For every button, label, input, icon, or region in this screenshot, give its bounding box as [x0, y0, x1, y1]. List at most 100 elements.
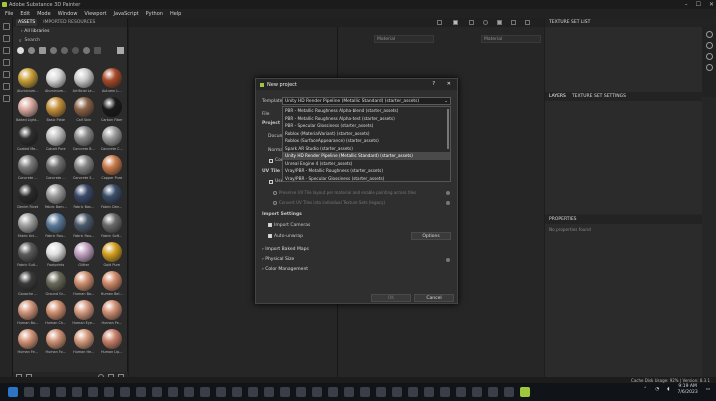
steam-icon[interactable]: [120, 387, 130, 397]
asset-item[interactable]: Fabric Kni...: [15, 213, 41, 238]
template-option[interactable]: Vray/PBR - Metallic Roughness (starter_a…: [283, 167, 450, 175]
cancel-button[interactable]: Cancel: [414, 294, 454, 302]
app-icon[interactable]: [504, 387, 514, 397]
asset-item[interactable]: Glitter: [71, 242, 97, 267]
app-icon[interactable]: [280, 387, 290, 397]
app-icon[interactable]: [440, 387, 450, 397]
app-icon[interactable]: [344, 387, 354, 397]
search-icon[interactable]: [24, 387, 34, 397]
app-icon[interactable]: [456, 387, 466, 397]
history-icon[interactable]: [705, 53, 713, 60]
asset-item[interactable]: Human Fe...: [99, 300, 125, 325]
options-button[interactable]: Options: [411, 232, 451, 240]
asset-item[interactable]: Ground Gr...: [43, 271, 69, 296]
asset-item[interactable]: Gouache ...: [15, 271, 41, 296]
asset-item[interactable]: Human Eye...: [71, 300, 97, 325]
notification-icon[interactable]: ▭: [706, 387, 710, 392]
asset-item[interactable]: Carbon Fiber: [99, 97, 125, 122]
asset-item[interactable]: Footprints: [43, 242, 69, 267]
maximize-icon[interactable]: ☐: [696, 1, 701, 8]
asset-item[interactable]: Human Ch...: [43, 300, 69, 325]
asset-item[interactable]: Concrete C...: [99, 126, 125, 151]
asset-item[interactable]: Fabric Suit...: [15, 242, 41, 267]
filter-projects-icon[interactable]: [94, 47, 101, 54]
asset-item[interactable]: Human Bel...: [99, 271, 125, 296]
chevron-up-icon[interactable]: ⌃: [643, 387, 647, 392]
help-icon[interactable]: ?: [432, 81, 435, 87]
asset-item[interactable]: Gold Pure: [99, 242, 125, 267]
color-management-expander[interactable]: › Color Management: [262, 267, 308, 272]
menu-help[interactable]: Help: [170, 11, 181, 17]
template-option[interactable]: Unreal Engine 4 (starter_assets): [283, 160, 450, 168]
template-option[interactable]: Roblox (SurfaceAppearance) (starter_asse…: [283, 137, 450, 145]
template-option[interactable]: Vray/PBR - Specular Glossiness (starter_…: [283, 175, 450, 182]
menu-window[interactable]: Window: [58, 11, 78, 17]
eraser-tool-icon[interactable]: [2, 35, 10, 42]
app-icon[interactable]: [232, 387, 242, 397]
asset-item[interactable]: Fabric Bas...: [71, 184, 97, 209]
clock[interactable]: 9:19 AM 7/6/2023: [678, 384, 698, 395]
auto-unwrap-checkbox[interactable]: [268, 234, 272, 238]
asset-item[interactable]: Fabric Rou...: [71, 213, 97, 238]
app-icon[interactable]: [488, 387, 498, 397]
template-option[interactable]: Spark AR Studio (starter_assets): [283, 145, 450, 153]
template-option[interactable]: Unity HD Render Pipeline (Metallic Stand…: [283, 152, 450, 160]
close-icon[interactable]: ✕: [447, 81, 451, 87]
template-option[interactable]: PBR - Metallic Roughness Alpha-test (sta…: [283, 115, 450, 123]
asset-item[interactable]: Human He...: [71, 329, 97, 354]
tab-assets[interactable]: ASSETS: [16, 19, 38, 26]
tab-imported-resources[interactable]: IMPORTED RESOURCES: [43, 20, 95, 25]
template-option[interactable]: PBR - Specular Glossiness (starter_asset…: [283, 122, 450, 130]
asset-item[interactable]: Coated Me...: [15, 126, 41, 151]
template-select[interactable]: Unity HD Render Pipeline (Metallic Stand…: [282, 97, 451, 105]
filter-smart-materials-icon[interactable]: [28, 47, 35, 54]
app-icon[interactable]: [408, 387, 418, 397]
volume-icon[interactable]: ◖: [667, 387, 669, 392]
asset-item[interactable]: Fabric Den...: [99, 184, 125, 209]
picker-tool-icon[interactable]: [2, 83, 10, 90]
asset-item[interactable]: Concrete ...: [15, 155, 41, 180]
menu-mode[interactable]: Mode: [37, 11, 51, 17]
physical-size-expander[interactable]: › Physical Size: [262, 257, 294, 262]
library-selector[interactable]: › All libraries: [13, 27, 127, 36]
app-icon[interactable]: [312, 387, 322, 397]
asset-item[interactable]: Fabric Rou...: [43, 213, 69, 238]
filter-filters-icon[interactable]: [72, 47, 79, 54]
convert-uv-radio[interactable]: [273, 201, 277, 205]
app-icon[interactable]: [248, 387, 258, 397]
clone-tool-icon[interactable]: [2, 59, 10, 66]
asset-item[interactable]: Human Bo...: [15, 300, 41, 325]
start-icon[interactable]: [8, 387, 18, 397]
select-tool-icon[interactable]: [2, 95, 10, 102]
asset-item[interactable]: Autumn L...: [99, 68, 125, 93]
filter-masks-icon[interactable]: [50, 47, 57, 54]
asset-item[interactable]: Fabric Bam...: [43, 184, 69, 209]
app-icon[interactable]: [184, 387, 194, 397]
app-icon[interactable]: [264, 387, 274, 397]
compute-tangent-checkbox[interactable]: [269, 159, 273, 163]
dropdown-scrollbar[interactable]: [447, 109, 449, 149]
app-icon[interactable]: [424, 387, 434, 397]
paint-tool-icon[interactable]: [2, 23, 10, 30]
use-uv-tile-checkbox[interactable]: [269, 180, 273, 184]
tab-layers[interactable]: LAYERS: [549, 94, 566, 99]
substance-painter-icon[interactable]: [520, 387, 530, 397]
asset-item[interactable]: Calf Skin: [71, 97, 97, 122]
template-option[interactable]: Roblox (MaterialVariant) (starter_assets…: [283, 130, 450, 138]
menu-viewport[interactable]: Viewport: [84, 11, 106, 17]
tab-texture-set-settings[interactable]: TEXTURE SET SETTINGS: [572, 94, 626, 99]
ok-button[interactable]: OK: [371, 294, 411, 302]
network-icon[interactable]: ◔: [655, 387, 659, 392]
app-icon[interactable]: [72, 387, 82, 397]
menu-javascript[interactable]: JavaScript: [114, 11, 139, 17]
asset-item[interactable]: Aluminium...: [15, 68, 41, 93]
asset-item[interactable]: Concrete S...: [71, 155, 97, 180]
app-icon[interactable]: [56, 387, 66, 397]
app-icon[interactable]: [216, 387, 226, 397]
close-icon[interactable]: ✕: [709, 1, 714, 8]
asset-item[interactable]: Denim Rivet: [15, 184, 41, 209]
asset-item[interactable]: Concrete B...: [71, 126, 97, 151]
app-icon[interactable]: [88, 387, 98, 397]
app-icon[interactable]: [136, 387, 146, 397]
texture-set-icon[interactable]: [705, 31, 713, 38]
